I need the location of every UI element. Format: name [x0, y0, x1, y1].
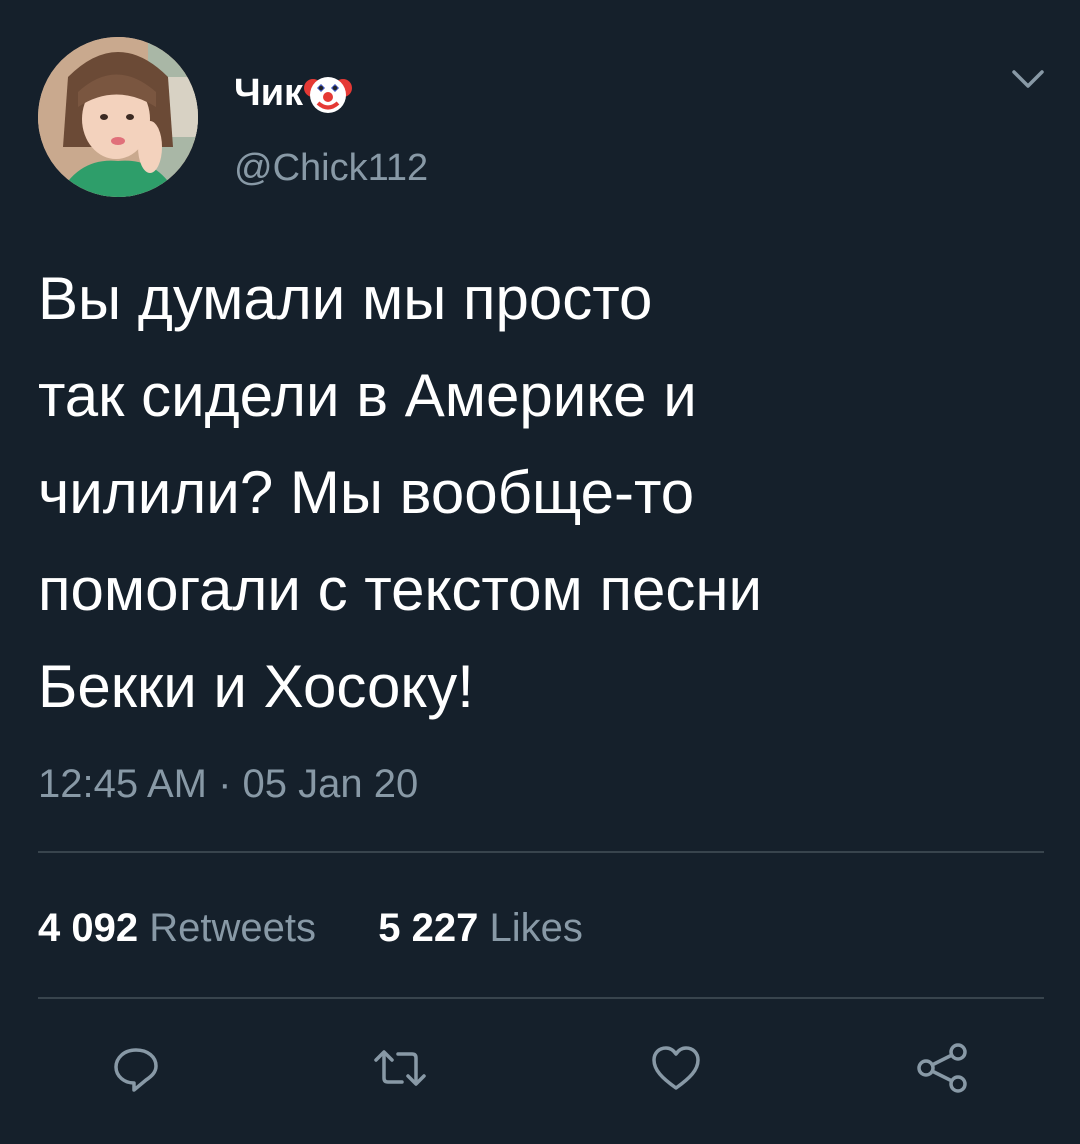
clown-face-icon: [303, 68, 353, 118]
divider: [38, 851, 1044, 853]
retweets-count: 4 092: [38, 906, 139, 950]
retweet-icon: [374, 1050, 426, 1086]
tweet-text-line: Бекки и Хосоку!: [38, 653, 474, 720]
avatar-image: [38, 37, 198, 197]
likes-stat[interactable]: 5 227 Likes: [378, 906, 583, 950]
likes-label: Likes: [489, 906, 583, 950]
tweet-text-line: чилили? Мы вообще-то: [38, 459, 695, 526]
tweet-text-line: так сидели в Америке и: [38, 362, 697, 429]
like-icon: [652, 1046, 700, 1090]
retweets-label: Retweets: [149, 906, 316, 950]
divider: [38, 997, 1044, 999]
tweet-text-line: Вы думали мы просто: [38, 265, 653, 332]
tweet-stats: 4 092 Retweets 5 227 Likes: [38, 902, 583, 954]
display-name[interactable]: Чик: [234, 68, 353, 118]
tweet-timestamp[interactable]: 12:45 AM · 05 Jan 20: [38, 760, 418, 808]
user-handle[interactable]: @Chick112: [234, 144, 428, 192]
share-icon: [917, 1043, 967, 1093]
reply-icon: [114, 1048, 158, 1092]
retweets-stat[interactable]: 4 092 Retweets: [38, 906, 327, 950]
share-button[interactable]: [914, 1040, 970, 1096]
display-name-text: Чик: [234, 72, 304, 114]
like-button[interactable]: [648, 1040, 704, 1096]
avatar[interactable]: [38, 37, 198, 197]
retweet-button[interactable]: [372, 1040, 428, 1096]
likes-count: 5 227: [378, 906, 479, 950]
reply-button[interactable]: [108, 1040, 164, 1096]
chevron-down-icon[interactable]: [1008, 60, 1048, 96]
tweet-text: Вы думали мы просто так сидели в Америке…: [38, 250, 1048, 735]
tweet-text-line: помогали с текстом песни: [38, 556, 762, 623]
